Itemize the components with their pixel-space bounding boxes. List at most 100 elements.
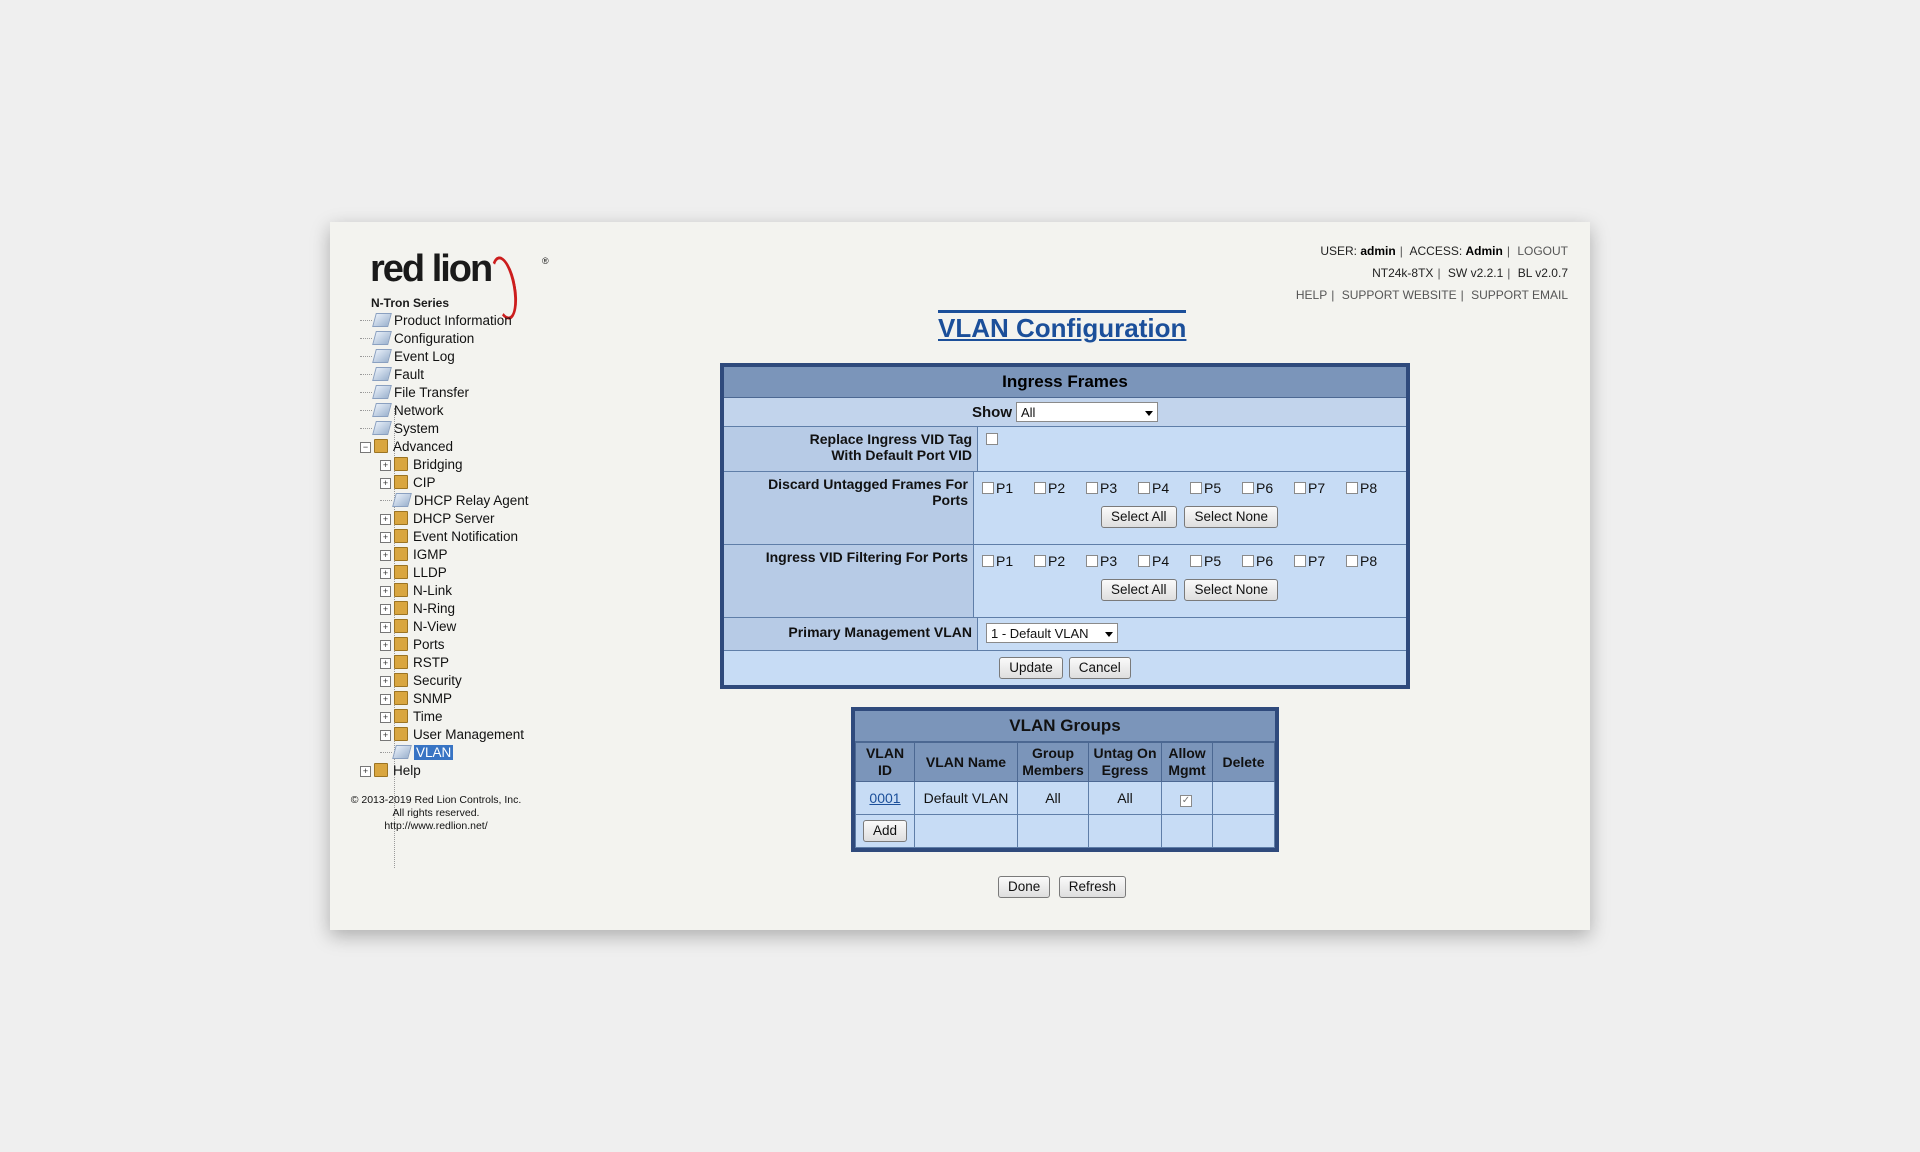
user-line: USER: admin | ACCESS: Admin | LOGOUT (1320, 244, 1568, 258)
vlan-groups-heading: VLAN Groups (855, 711, 1275, 742)
page-icon (392, 745, 412, 759)
tree-item-time[interactable]: + Time (380, 708, 590, 726)
discard-port-p6[interactable]: P6 (1242, 480, 1294, 496)
add-vlan-button[interactable]: Add (862, 820, 908, 842)
tree-item-product-information[interactable]: Product Information (360, 312, 590, 330)
discard-port-p4[interactable]: P4 (1138, 480, 1190, 496)
discard-port-p8[interactable]: P8 (1346, 480, 1398, 496)
filter-port-p1[interactable]: P1 (982, 553, 1034, 569)
ingress-filtering-label: Ingress VID Filtering For Ports (724, 545, 974, 617)
collapse-icon[interactable]: − (360, 442, 371, 453)
filter-port-p8[interactable]: P8 (1346, 553, 1398, 569)
support-website-link[interactable]: SUPPORT WEBSITE (1342, 288, 1457, 302)
discard-port-p7[interactable]: P7 (1294, 480, 1346, 496)
tree-item-file-transfer[interactable]: File Transfer (360, 384, 590, 402)
folder-icon (394, 601, 408, 615)
tree-item-help[interactable]: + Help (360, 762, 590, 780)
filter-port-p5[interactable]: P5 (1190, 553, 1242, 569)
filter-port-p3[interactable]: P3 (1086, 553, 1138, 569)
version-line: NT24k-8TX | SW v2.2.1 | BL v2.0.7 (1372, 266, 1568, 280)
expand-icon[interactable]: + (380, 514, 391, 525)
folder-icon (394, 727, 408, 741)
folder-icon (394, 655, 408, 669)
tree-item-snmp[interactable]: + SNMP (380, 690, 590, 708)
expand-icon[interactable]: + (380, 694, 391, 705)
add-row: Add (855, 814, 1275, 848)
expand-icon[interactable]: + (380, 658, 391, 669)
expand-icon[interactable]: + (380, 460, 391, 471)
discard-port-p1[interactable]: P1 (982, 480, 1034, 496)
expand-icon[interactable]: + (380, 712, 391, 723)
tree-item-vlan[interactable]: VLAN (380, 744, 590, 762)
expand-icon[interactable]: + (380, 478, 391, 489)
expand-icon[interactable]: + (360, 766, 371, 777)
tree-item-igmp[interactable]: + IGMP (380, 546, 590, 564)
expand-icon[interactable]: + (380, 532, 391, 543)
tree-item-security[interactable]: + Security (380, 672, 590, 690)
tree-item-n-link[interactable]: + N-Link (380, 582, 590, 600)
expand-icon[interactable]: + (380, 730, 391, 741)
tree-item-cip[interactable]: + CIP (380, 474, 590, 492)
replace-vid-row: Replace Ingress VID Tag With Default Port… (724, 427, 1406, 472)
page-icon (372, 331, 392, 345)
tree-item-ports[interactable]: + Ports (380, 636, 590, 654)
expand-icon[interactable]: + (380, 622, 391, 633)
refresh-button[interactable]: Refresh (1058, 876, 1127, 898)
filter-port-p4[interactable]: P4 (1138, 553, 1190, 569)
show-select[interactable]: All (1016, 402, 1158, 422)
update-button[interactable]: Update (999, 657, 1063, 679)
tree-item-fault[interactable]: Fault (360, 366, 590, 384)
page-icon (392, 493, 412, 507)
tree-item-event-log[interactable]: Event Log (360, 348, 590, 366)
done-button[interactable]: Done (998, 876, 1051, 898)
discard-port-p3[interactable]: P3 (1086, 480, 1138, 496)
page-icon (372, 349, 392, 363)
filter-port-p6[interactable]: P6 (1242, 553, 1294, 569)
help-link[interactable]: HELP (1296, 288, 1327, 302)
expand-icon[interactable]: + (380, 676, 391, 687)
filter-select-none-button[interactable]: Select None (1184, 579, 1278, 601)
folder-icon (394, 583, 408, 597)
tree-item-dhcp-relay-agent[interactable]: DHCP Relay Agent (380, 492, 590, 510)
page-title: VLAN Configuration (938, 310, 1187, 343)
folder-icon (394, 709, 408, 723)
allow-mgmt-checkbox[interactable]: ✓ (1180, 795, 1192, 807)
filter-port-p2[interactable]: P2 (1034, 553, 1086, 569)
tree-item-configuration[interactable]: Configuration (360, 330, 590, 348)
folder-icon (394, 565, 408, 579)
tree-item-bridging[interactable]: + Bridging (380, 456, 590, 474)
logout-link[interactable]: LOGOUT (1517, 244, 1568, 258)
support-email-link[interactable]: SUPPORT EMAIL (1471, 288, 1568, 302)
tree-item-event-notification[interactable]: + Event Notification (380, 528, 590, 546)
mgmt-vlan-select[interactable]: 1 - Default VLAN (986, 623, 1118, 643)
vlan-id-link[interactable]: 0001 (869, 790, 900, 806)
tree-item-n-ring[interactable]: + N-Ring (380, 600, 590, 618)
tree-item-n-view[interactable]: + N-View (380, 618, 590, 636)
discard-select-none-button[interactable]: Select None (1184, 506, 1278, 528)
expand-icon[interactable]: + (380, 550, 391, 561)
discard-port-p5[interactable]: P5 (1190, 480, 1242, 496)
tree-item-user-management[interactable]: + User Management (380, 726, 590, 744)
discard-select-all-button[interactable]: Select All (1101, 506, 1177, 528)
replace-vid-checkbox[interactable] (986, 433, 998, 445)
discard-ports: P1 P2 P3 P4 P5 P6 P7 P8 (982, 480, 1398, 496)
show-row: Show All (724, 398, 1406, 427)
tree-item-system[interactable]: System (360, 420, 590, 438)
tree-item-advanced[interactable]: − Advanced (360, 438, 590, 456)
expand-icon[interactable]: + (380, 604, 391, 615)
cancel-button[interactable]: Cancel (1068, 657, 1131, 679)
expand-icon[interactable]: + (380, 586, 391, 597)
tree-item-lldp[interactable]: + LLDP (380, 564, 590, 582)
untag-egress-cell: All (1088, 781, 1162, 815)
discard-port-p2[interactable]: P2 (1034, 480, 1086, 496)
tree-item-dhcp-server[interactable]: + DHCP Server (380, 510, 590, 528)
tree-item-rstp[interactable]: + RSTP (380, 654, 590, 672)
expand-icon[interactable]: + (380, 568, 391, 579)
tree-item-network[interactable]: Network (360, 402, 590, 420)
expand-icon[interactable]: + (380, 640, 391, 651)
replace-vid-label: Replace Ingress VID Tag With Default Port… (724, 427, 978, 471)
filter-select-all-button[interactable]: Select All (1101, 579, 1177, 601)
vlan-groups-header-row: VLAN ID VLAN Name Group Members Untag On… (855, 742, 1275, 782)
page-icon (372, 421, 392, 435)
filter-port-p7[interactable]: P7 (1294, 553, 1346, 569)
